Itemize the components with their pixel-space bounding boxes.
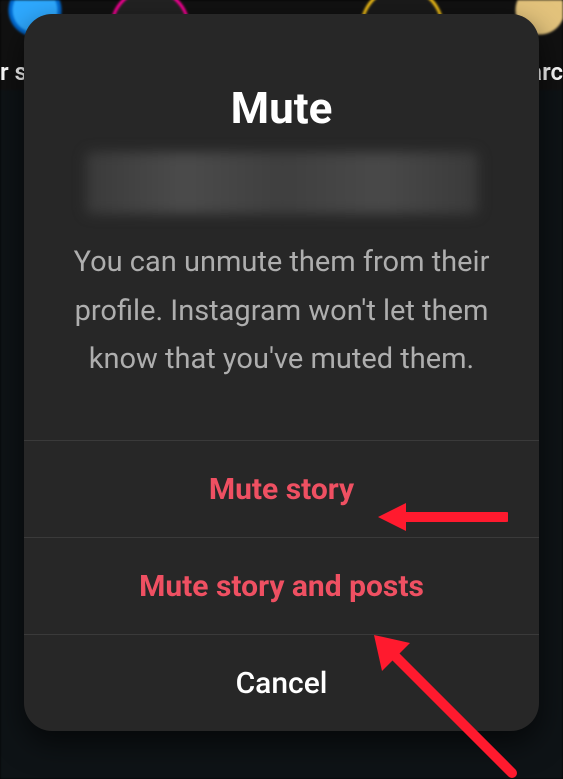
mute-story-and-posts-button[interactable]: Mute story and posts [24,537,539,634]
mute-story-label: Mute story [209,472,354,507]
dialog-title: Mute [64,82,499,134]
mute-story-and-posts-label: Mute story and posts [139,569,424,604]
mute-story-button[interactable]: Mute story [24,440,539,537]
cancel-label: Cancel [236,666,328,701]
mute-dialog: Mute You can unmute them from their prof… [24,14,539,731]
story-label-fragment-left: r s [0,58,27,86]
dialog-description: You can unmute them from their profile. … [64,238,499,384]
redacted-username [86,152,478,214]
cancel-button[interactable]: Cancel [24,634,539,731]
dialog-header: Mute You can unmute them from their prof… [24,14,539,440]
